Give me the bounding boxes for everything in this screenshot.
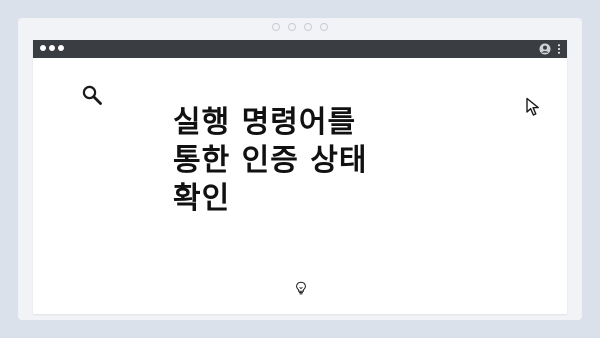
page-dot <box>272 23 280 31</box>
page-dot <box>320 23 328 31</box>
search-icon <box>82 85 102 105</box>
page-dot <box>288 23 296 31</box>
lightbulb-icon <box>296 281 306 295</box>
minimize-dot[interactable] <box>49 45 55 51</box>
browser-window: 실행 명령어를 통한 인증 상태 확인 <box>33 40 567 314</box>
window-controls <box>40 45 67 53</box>
window-titlebar <box>33 40 567 58</box>
title-line-1: 실행 명령어를 <box>173 105 357 140</box>
close-dot[interactable] <box>40 45 46 51</box>
page-indicator <box>18 23 582 31</box>
maximize-dot[interactable] <box>58 45 64 51</box>
kebab-menu-icon[interactable] <box>557 44 561 54</box>
page-title: 실행 명령어를 통한 인증 상태 확인 <box>173 104 473 218</box>
title-line-2: 통한 인증 상태 <box>173 143 368 178</box>
page-dot <box>304 23 312 31</box>
title-line-3: 확인 <box>173 181 231 216</box>
cursor-icon <box>526 97 539 116</box>
user-icon[interactable] <box>539 43 551 55</box>
